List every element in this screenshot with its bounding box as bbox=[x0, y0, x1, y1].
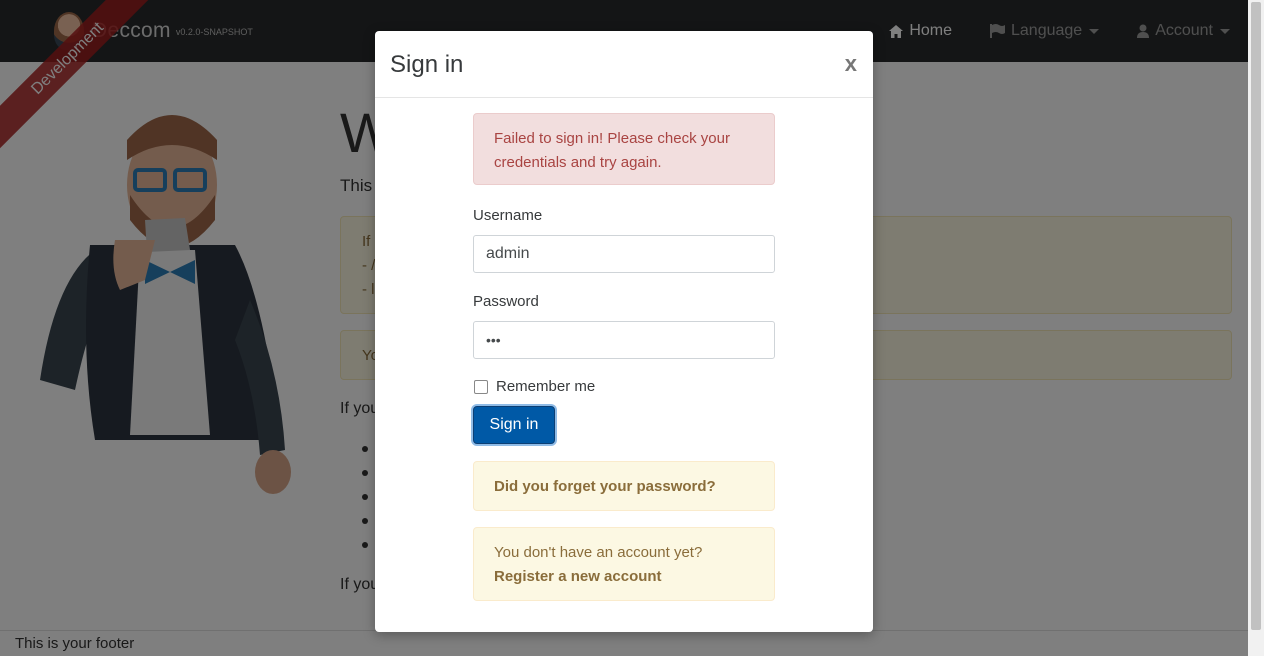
password-input[interactable]: ••• bbox=[473, 321, 775, 359]
username-label: Username bbox=[473, 207, 543, 224]
close-icon[interactable]: x bbox=[845, 51, 857, 77]
sign-in-button[interactable]: Sign in bbox=[473, 406, 555, 444]
modal-header: Sign in x bbox=[375, 31, 873, 98]
register-alert: You don't have an account yet? Register … bbox=[473, 527, 775, 601]
modal-title: Sign in bbox=[390, 51, 464, 78]
remember-me[interactable]: Remember me bbox=[473, 378, 775, 395]
no-account-text: You don't have an account yet? bbox=[494, 544, 703, 561]
password-label: Password bbox=[473, 293, 539, 310]
forgot-password-link[interactable]: Did you forget your password? bbox=[494, 478, 716, 495]
sign-in-modal: Sign in x Failed to sign in! Please chec… bbox=[375, 31, 873, 632]
remember-checkbox[interactable] bbox=[474, 379, 488, 394]
scrollbar[interactable] bbox=[1248, 0, 1264, 656]
username-input[interactable]: admin bbox=[473, 235, 775, 273]
error-alert: Failed to sign in! Please check your cre… bbox=[473, 113, 775, 185]
scrollbar-thumb[interactable] bbox=[1251, 2, 1261, 630]
register-link[interactable]: Register a new account bbox=[494, 565, 754, 589]
forgot-password-alert: Did you forget your password? bbox=[473, 461, 775, 511]
error-strong: Failed to sign in! bbox=[494, 130, 604, 147]
remember-label: Remember me bbox=[496, 378, 596, 395]
